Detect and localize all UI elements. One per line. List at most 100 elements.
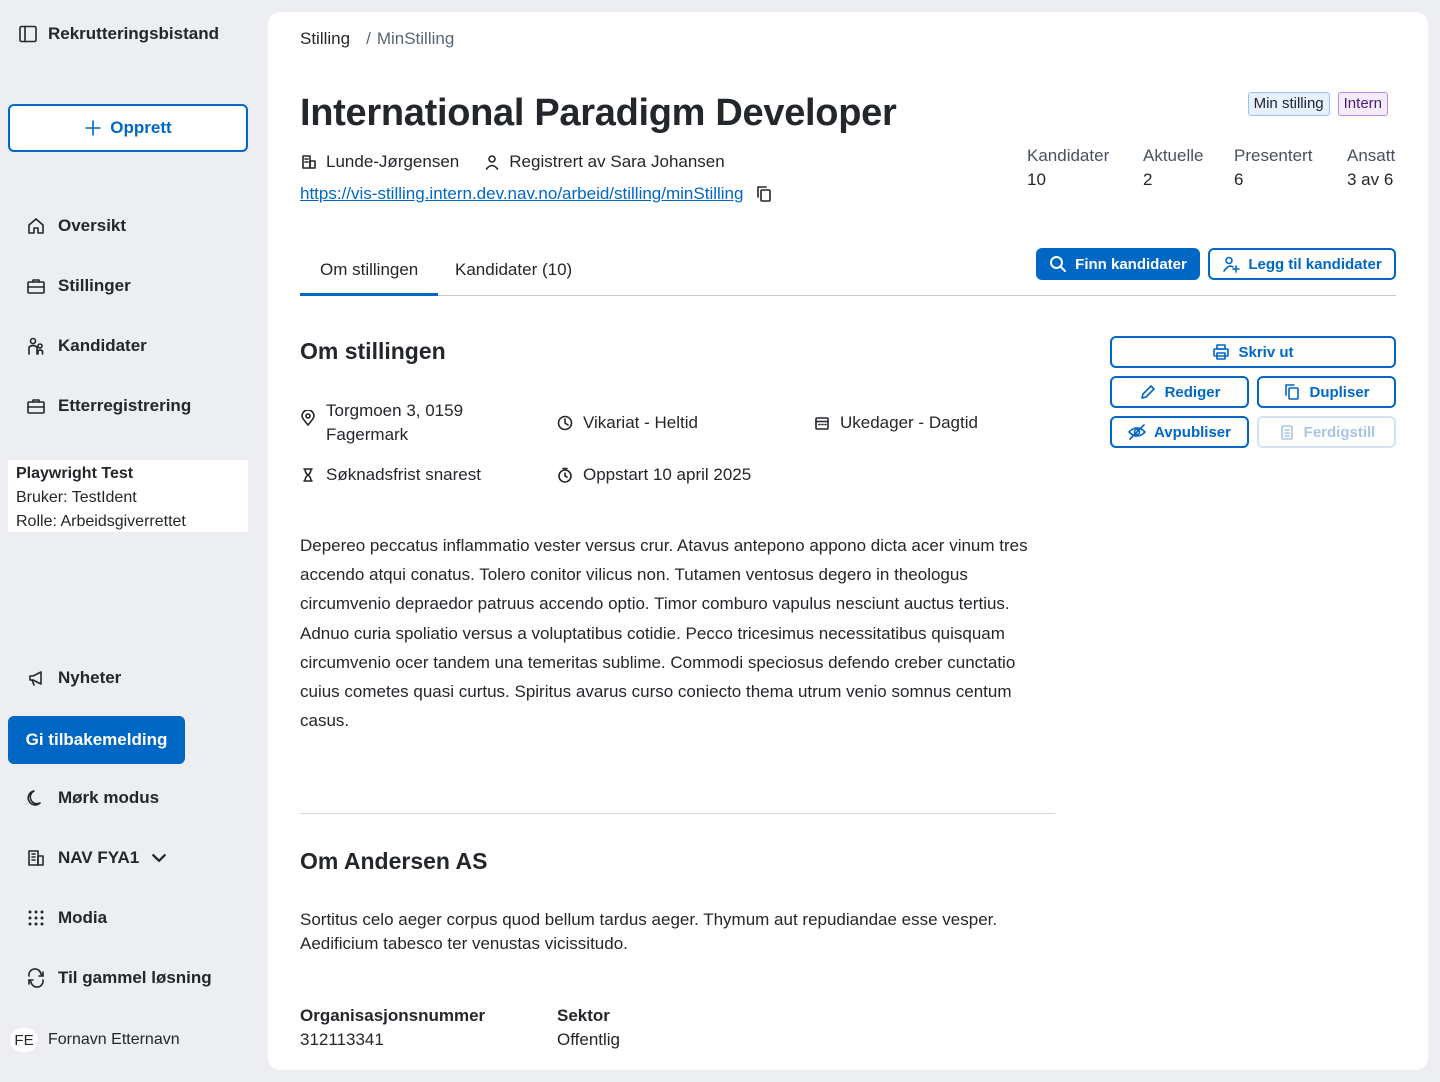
add-candidates-button[interactable]: Legg til kandidater — [1208, 248, 1396, 280]
address-line2: Fagermark — [326, 425, 409, 444]
stat-hired: Ansatt 3 av 6 — [1347, 144, 1395, 192]
nav-item-old-solution[interactable]: Til gammel løsning — [26, 968, 212, 988]
create-button[interactable]: Opprett — [8, 104, 248, 152]
buildings-icon — [26, 848, 46, 868]
profile-name: Fornavn Etternavn — [48, 1031, 180, 1048]
nav-label: Etterregistrering — [58, 396, 192, 415]
org-number-label: Organisasjonsnummer — [300, 1006, 486, 1025]
nav-item-etterregistrering[interactable]: Etterregistrering — [26, 396, 191, 416]
plus-icon — [84, 119, 102, 137]
info-address: Torgmoen 3, 0159 Fagermark — [300, 399, 463, 447]
eye-slash-icon — [1128, 423, 1146, 441]
user-info-box: Playwright Test Bruker: TestIdent Rolle:… — [8, 460, 248, 532]
breadcrumb-current: MinStilling — [376, 29, 455, 48]
breadcrumb-root[interactable]: Stilling — [300, 29, 350, 49]
stat-value: 2 — [1143, 170, 1153, 189]
start-date: Oppstart 10 april 2025 — [583, 465, 752, 484]
nav-item-nyheter[interactable]: Nyheter — [26, 668, 121, 688]
search-icon — [1049, 255, 1067, 273]
grid-icon — [26, 908, 46, 928]
printer-icon — [1212, 343, 1230, 361]
stat-value: 10 — [1027, 170, 1046, 189]
briefcase-icon — [26, 276, 46, 296]
office-selector[interactable]: NAV FYA1 — [26, 848, 169, 868]
add-label: Legg til kandidater — [1248, 255, 1382, 273]
nav-label: Oversikt — [58, 216, 127, 235]
tag-internal: Intern — [1337, 92, 1388, 116]
print-label: Skriv ut — [1238, 343, 1294, 361]
tags: Min stilling Intern — [1247, 92, 1388, 116]
unpublish-button[interactable]: Avpubliser — [1110, 416, 1249, 448]
office-label: NAV FYA1 — [58, 848, 140, 867]
person-icon — [483, 153, 501, 171]
user-role: Rolle: Arbeidsgiverrettet — [16, 513, 186, 530]
application-deadline: Søknadsfrist snarest — [326, 465, 481, 484]
breadcrumb: Stilling / MinStilling — [300, 29, 454, 49]
section-heading-about-job: Om stillingen — [300, 338, 446, 364]
nav-item-kandidater[interactable]: Kandidater — [26, 336, 147, 356]
job-description: Depereo peccatus inflammatio vester vers… — [300, 536, 1028, 731]
org-number-value: 312113341 — [300, 1030, 384, 1049]
nav-item-oversikt[interactable]: Oversikt — [26, 216, 126, 236]
info-start: Oppstart 10 april 2025 — [557, 463, 751, 487]
briefcase-icon — [26, 396, 46, 416]
brand-title: Rekrutteringsbistand — [48, 24, 219, 43]
create-label: Opprett — [110, 118, 172, 137]
employment-type: Vikariat - Heltid — [583, 413, 698, 432]
job-meta: Lunde-Jørgensen Registrert av Sara Johan… — [300, 152, 725, 172]
feedback-button[interactable]: Gi tilbakemelding — [8, 716, 185, 764]
complete-label: Ferdigstill — [1303, 423, 1376, 441]
stat-value: 6 — [1234, 170, 1244, 189]
nav-item-modia[interactable]: Modia — [26, 908, 107, 928]
sidebar: Rekrutteringsbistand Opprett Oversikt St… — [0, 0, 268, 1082]
copy-icon[interactable] — [755, 185, 773, 203]
user-ident: Bruker: TestIdent — [16, 489, 137, 506]
nav-item-stillinger[interactable]: Stillinger — [26, 276, 131, 296]
info-employment: Vikariat - Heltid — [557, 411, 698, 435]
duplicate-button[interactable]: Dupliser — [1257, 376, 1396, 408]
registered-by: Registrert av Sara Johansen — [509, 152, 725, 171]
hourglass-icon — [300, 467, 316, 483]
building-icon — [300, 153, 318, 171]
tab-about-position[interactable]: Om stillingen — [300, 260, 439, 296]
stat-value: 3 av 6 — [1347, 170, 1394, 189]
main-panel: Stilling / MinStilling International Par… — [268, 12, 1428, 1070]
swap-arrows-icon — [26, 968, 46, 988]
sidebar-panel-icon — [18, 24, 38, 44]
duplicate-label: Dupliser — [1309, 383, 1370, 401]
edit-button[interactable]: Rediger — [1110, 376, 1249, 408]
location-pin-icon — [300, 410, 316, 426]
nav-label: Stillinger — [58, 276, 131, 295]
tag-my-position: Min stilling — [1247, 92, 1330, 116]
sector-value: Offentlig — [557, 1030, 621, 1049]
tab-candidates[interactable]: Kandidater (10) — [435, 260, 592, 296]
find-candidates-button[interactable]: Finn kandidater — [1036, 248, 1200, 280]
nav-label: Mørk modus — [58, 788, 160, 807]
clipboard-icon — [1278, 423, 1296, 441]
unpublish-label: Avpubliser — [1154, 423, 1231, 441]
complete-button[interactable]: Ferdigstill — [1257, 416, 1396, 448]
stat-label: Kandidater — [1027, 146, 1110, 165]
info-deadline: Søknadsfrist snarest — [300, 463, 481, 487]
stat-label: Ansatt — [1347, 146, 1396, 165]
user-profile[interactable]: FE Fornavn Etternavn — [10, 1028, 180, 1052]
print-button[interactable]: Skriv ut — [1110, 336, 1396, 368]
job-url-link[interactable]: https://vis-stilling.intern.dev.nav.no/a… — [300, 184, 743, 204]
org-number: Organisasjonsnummer 312113341 — [300, 1004, 485, 1052]
stat-presented: Presentert 6 — [1234, 144, 1312, 192]
section-divider — [300, 813, 1055, 814]
brand[interactable]: Rekrutteringsbistand — [18, 24, 219, 44]
copy-icon — [1283, 383, 1301, 401]
find-label: Finn kandidater — [1075, 255, 1187, 273]
stat-label: Presentert — [1234, 146, 1313, 165]
employer-name: Lunde-Jørgensen — [326, 152, 460, 171]
calendar-icon — [814, 415, 830, 431]
address-line1: Torgmoen 3, 0159 — [326, 401, 464, 420]
moon-icon — [26, 788, 46, 808]
avatar: FE — [10, 1028, 38, 1052]
stat-label: Aktuelle — [1143, 146, 1204, 165]
home-icon — [26, 216, 46, 236]
clock-icon — [557, 415, 573, 431]
nav-label: Til gammel løsning — [58, 968, 212, 987]
dark-mode-toggle[interactable]: Mørk modus — [26, 788, 159, 808]
